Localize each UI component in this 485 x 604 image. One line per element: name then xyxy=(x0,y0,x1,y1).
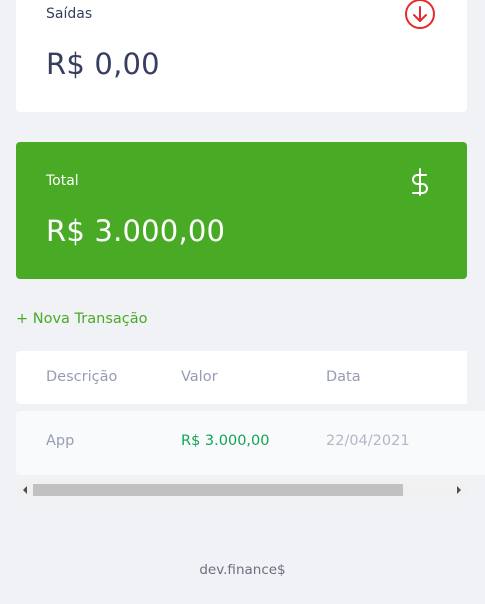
page: Saídas R$ 0,00 Total R$ 3.000,00 + Nova … xyxy=(0,0,485,604)
horizontal-scrollbar[interactable] xyxy=(16,481,467,498)
dollar-sign-icon xyxy=(412,168,428,196)
table-header: Descrição Valor Data xyxy=(16,351,467,404)
outflow-card: Saídas R$ 0,00 xyxy=(16,0,467,112)
scroll-right-arrow-icon xyxy=(456,485,461,494)
column-header-date: Data xyxy=(326,369,361,385)
row-description: App xyxy=(46,433,75,449)
total-label: Total xyxy=(46,173,79,189)
outflow-label: Saídas xyxy=(46,6,93,22)
scroll-right-button[interactable] xyxy=(450,481,467,498)
arrow-down-circle-icon xyxy=(405,0,435,29)
column-header-description: Descrição xyxy=(46,369,118,385)
total-card: Total R$ 3.000,00 xyxy=(16,142,467,279)
outflow-value: R$ 0,00 xyxy=(46,47,160,81)
scroll-left-button[interactable] xyxy=(16,481,33,498)
new-transaction-link[interactable]: + Nova Transação xyxy=(16,311,147,327)
total-value: R$ 3.000,00 xyxy=(46,214,226,248)
footer-brand: dev.finance$ xyxy=(199,562,286,578)
transactions-table: Descrição Valor Data App R$ 3.000,00 22/… xyxy=(16,351,485,475)
row-amount: R$ 3.000,00 xyxy=(181,433,270,449)
table-row[interactable]: App R$ 3.000,00 22/04/2021 xyxy=(16,411,485,475)
column-header-amount: Valor xyxy=(181,369,218,385)
row-date: 22/04/2021 xyxy=(326,433,410,449)
scrollbar-thumb[interactable] xyxy=(33,484,403,496)
scroll-left-arrow-icon xyxy=(22,485,27,494)
